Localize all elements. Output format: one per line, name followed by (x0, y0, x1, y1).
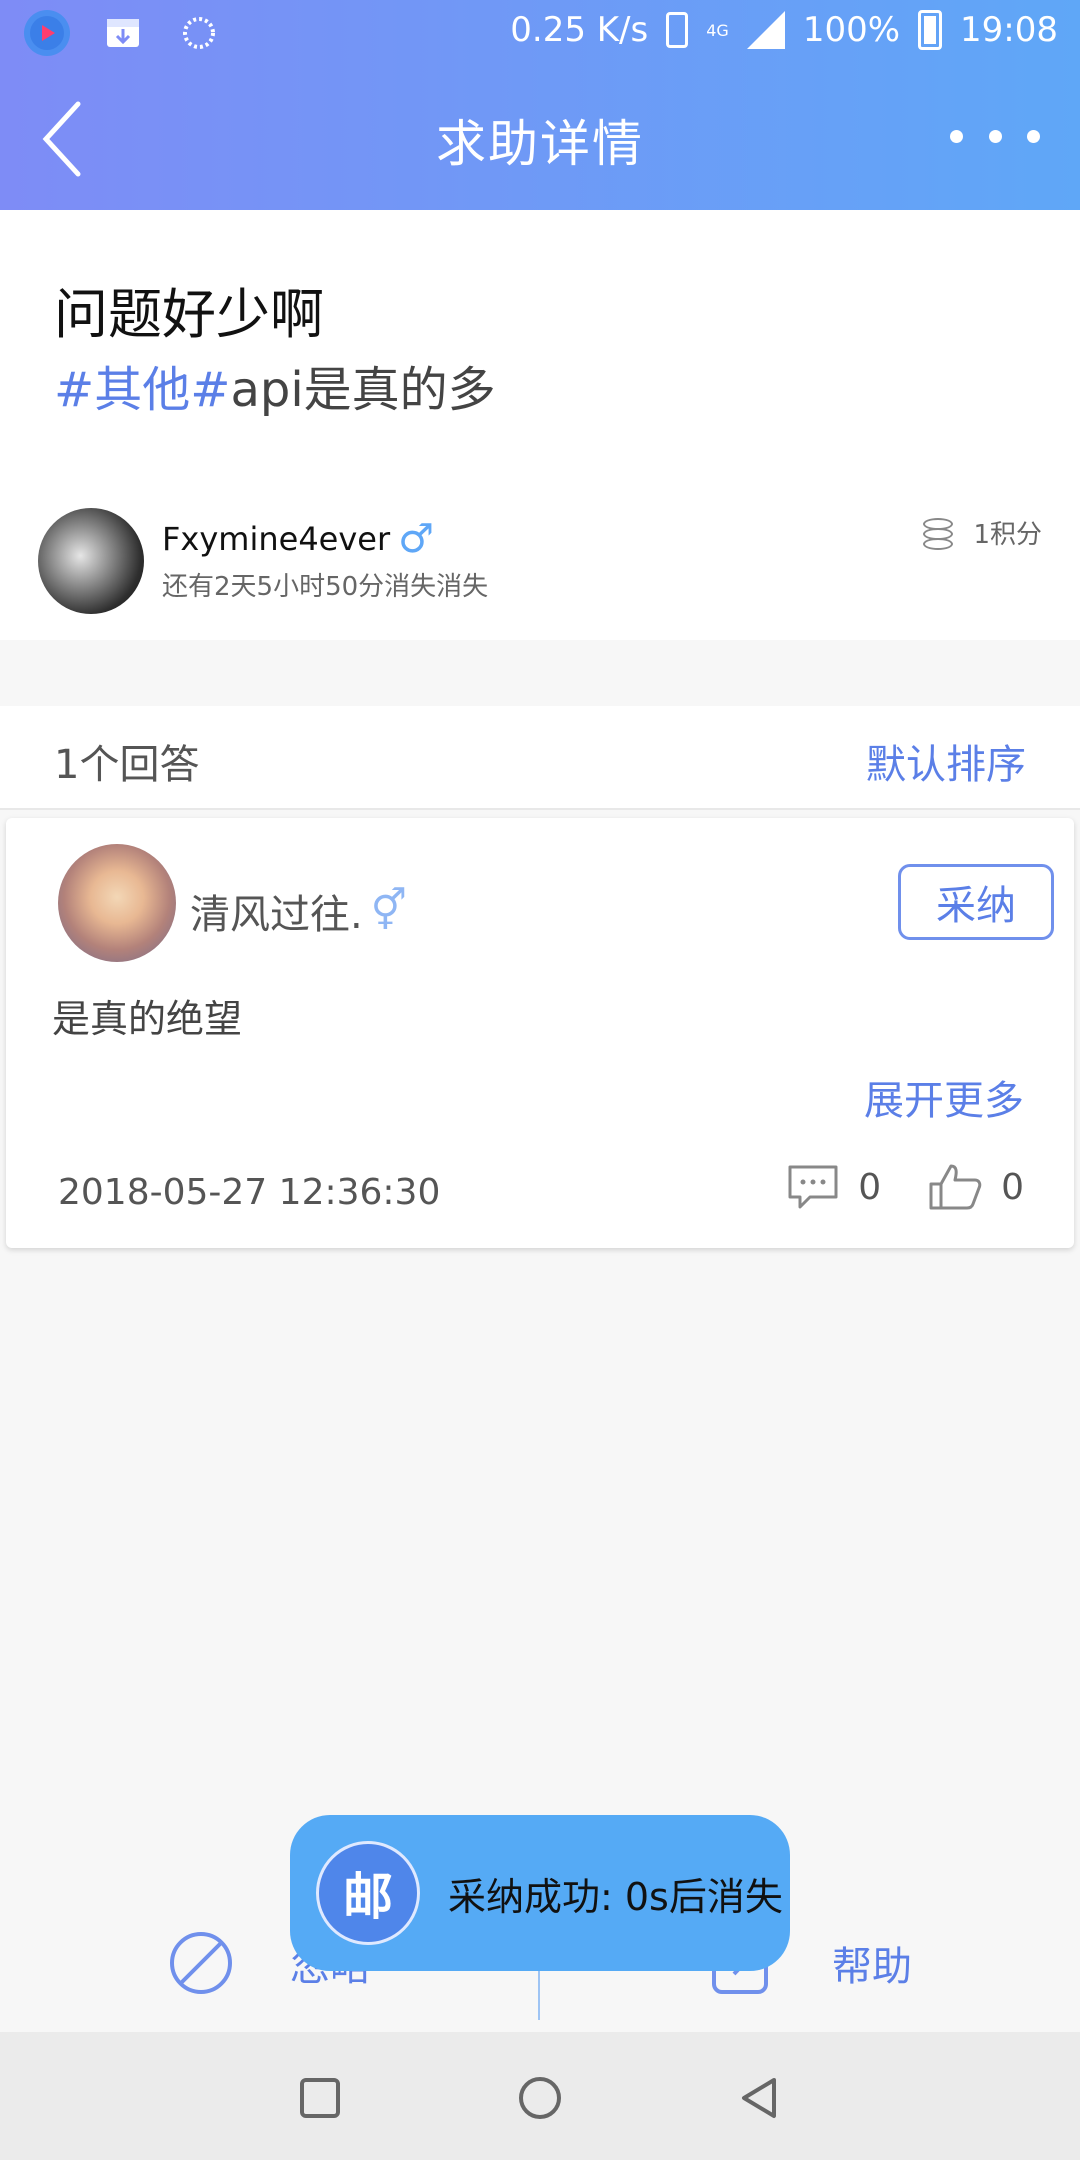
square-icon (300, 2078, 340, 2118)
question-author: Fxymine4ever ♂ 还有2天5小时50分消失消失 1积分 (38, 508, 1042, 614)
answer-card: 清风过往. ⚥ 采纳 是真的绝望 展开更多 2018-05-27 12:36:3… (6, 818, 1074, 1248)
status-icons-right: 0.25 K/s 4G 100% 19:08 (510, 10, 1058, 50)
app-header: 0.25 K/s 4G 100% 19:08 求助详情 (0, 0, 1080, 210)
recent-apps-button[interactable] (290, 2068, 350, 2128)
adopt-button[interactable]: 采纳 (898, 864, 1054, 940)
status-bar: 0.25 K/s 4G 100% 19:08 (0, 0, 1080, 64)
signal-icon (746, 11, 785, 49)
more-options-button[interactable] (950, 110, 1040, 162)
status-icons-left (24, 10, 222, 56)
vibrate-icon (666, 12, 689, 48)
network-speed: 0.25 K/s (510, 10, 649, 50)
toast-message: 采纳成功: 0s后消失 (448, 1874, 783, 1919)
question-card: 问题好少啊 #其他#api是真的多 Fxymine4ever ♂ 还有2天5小时… (0, 210, 1080, 640)
answer-count: 1个回答 (54, 742, 200, 788)
author-name-row: Fxymine4ever ♂ (162, 516, 434, 562)
comment-icon (788, 1165, 838, 1209)
avatar[interactable] (38, 508, 144, 614)
clock: 19:08 (960, 10, 1058, 50)
sync-notification-icon (176, 10, 222, 56)
avatar[interactable] (58, 844, 176, 962)
network-type: 4G (706, 20, 729, 40)
dot-icon (1027, 129, 1040, 143)
download-notification-icon (100, 10, 146, 56)
ban-icon (170, 1932, 232, 1994)
author-name: Fxymine4ever (162, 520, 391, 558)
points-value: 1积分 (973, 519, 1042, 550)
back-nav-button[interactable] (730, 2068, 790, 2128)
circle-icon (519, 2077, 561, 2119)
app-notification-icon (24, 10, 70, 56)
question-tags: #其他#api是真的多 (54, 350, 496, 420)
answers-header: 1个回答 默认排序 (0, 706, 1080, 810)
expire-time: 还有2天5小时50分消失消失 (162, 572, 489, 602)
triangle-back-icon (742, 2078, 776, 2118)
answer-author-row: 清风过往. ⚥ (190, 882, 407, 940)
like-button[interactable]: 0 (927, 1162, 1024, 1212)
question-body: api是真的多 (230, 362, 496, 418)
thumbs-up-icon (929, 1164, 982, 1210)
reward-points: 1积分 (921, 512, 1042, 552)
system-navigation-bar (0, 2032, 1080, 2160)
answer-author-name: 清风过往. (190, 892, 363, 938)
like-count: 0 (1001, 1166, 1024, 1208)
toast-notification: 邮 采纳成功: 0s后消失 (290, 1815, 790, 1971)
answer-date: 2018-05-27 12:36:30 (58, 1172, 441, 1213)
coin-stack-icon (921, 512, 959, 552)
question-title: 问题好少啊 (54, 283, 324, 346)
comment-button[interactable]: 0 (786, 1162, 881, 1212)
gender-icon: ⚥ (370, 888, 407, 934)
question-tag[interactable]: #其他# (54, 362, 230, 418)
dot-icon (988, 129, 1002, 143)
battery-percent: 100% (802, 10, 901, 50)
page-title: 求助详情 (436, 115, 644, 173)
male-icon: ♂ (398, 516, 434, 562)
app-logo-icon: 邮 (316, 1841, 420, 1945)
comment-count: 0 (858, 1166, 882, 1208)
expand-more-link[interactable]: 展开更多 (864, 1068, 1024, 1126)
home-button[interactable] (510, 2068, 570, 2128)
dot-icon (950, 129, 963, 143)
answer-actions: 0 0 (786, 1162, 1024, 1212)
battery-icon (918, 10, 943, 50)
sort-button[interactable]: 默认排序 (866, 732, 1026, 790)
answer-content: 是真的绝望 (52, 997, 243, 1041)
help-label: 帮助 (832, 1944, 912, 1990)
